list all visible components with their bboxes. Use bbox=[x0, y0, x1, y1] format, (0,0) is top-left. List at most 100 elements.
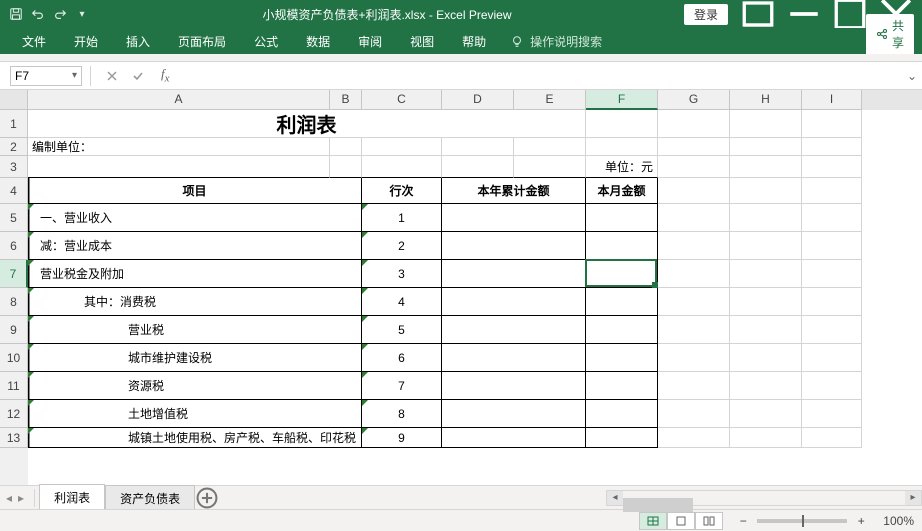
insert-function-button[interactable]: fx bbox=[155, 66, 175, 85]
cancel-formula-button[interactable] bbox=[101, 66, 123, 86]
cell-month[interactable] bbox=[586, 316, 658, 344]
cell[interactable] bbox=[730, 372, 802, 400]
cell[interactable] bbox=[802, 428, 862, 448]
sheet-tab-balance[interactable]: 资产负债表 bbox=[105, 485, 195, 511]
cell[interactable] bbox=[802, 204, 862, 232]
zoom-in-button[interactable]: + bbox=[853, 513, 869, 529]
cell[interactable] bbox=[730, 316, 802, 344]
cell-project[interactable]: 土地增值税 bbox=[28, 400, 362, 428]
tab-home[interactable]: 开始 bbox=[60, 29, 112, 54]
cell[interactable] bbox=[658, 204, 730, 232]
cell-line-no[interactable]: 6 bbox=[362, 344, 442, 372]
tell-me-search[interactable]: 操作说明搜索 bbox=[500, 29, 612, 54]
cell-unit-label[interactable]: 单位：元 bbox=[586, 156, 658, 178]
ribbon-options-button[interactable] bbox=[736, 0, 780, 28]
cell-hdr-line[interactable]: 行次 bbox=[362, 178, 442, 204]
cell[interactable] bbox=[730, 344, 802, 372]
cell[interactable] bbox=[730, 232, 802, 260]
cell-ytd[interactable] bbox=[442, 232, 586, 260]
cell[interactable] bbox=[330, 156, 362, 178]
cell-hdr-ytd[interactable]: 本年累计金额 bbox=[442, 178, 586, 204]
cell-month[interactable] bbox=[586, 428, 658, 448]
cell[interactable] bbox=[730, 178, 802, 204]
cell[interactable] bbox=[658, 156, 730, 178]
expand-formula-bar-button[interactable]: ⌄ bbox=[902, 69, 922, 83]
cell[interactable] bbox=[802, 232, 862, 260]
cell[interactable] bbox=[28, 156, 330, 178]
spreadsheet-grid[interactable]: ABCDEFGHI 12345678910111213 利润表编制单位：单位：元… bbox=[0, 90, 922, 485]
row-header-13[interactable]: 13 bbox=[0, 428, 28, 448]
save-icon[interactable] bbox=[8, 6, 24, 22]
tab-formulas[interactable]: 公式 bbox=[240, 29, 292, 54]
cell-line-no[interactable]: 5 bbox=[362, 316, 442, 344]
cell-ytd[interactable] bbox=[442, 316, 586, 344]
col-header-E[interactable]: E bbox=[514, 90, 586, 110]
login-button[interactable]: 登录 bbox=[684, 4, 728, 25]
cell[interactable] bbox=[442, 138, 514, 156]
cell-project[interactable]: 城镇土地使用税、房产税、车船税、印花税 bbox=[28, 428, 362, 448]
cell[interactable] bbox=[658, 288, 730, 316]
cell-line-no[interactable]: 3 bbox=[362, 260, 442, 288]
hscroll-left-button[interactable]: ◂ bbox=[607, 491, 623, 505]
cell[interactable] bbox=[658, 138, 730, 156]
sheet-nav-prev[interactable]: ◂ bbox=[6, 491, 12, 505]
zoom-slider[interactable] bbox=[757, 519, 847, 523]
row-header-8[interactable]: 8 bbox=[0, 288, 28, 316]
formula-input[interactable] bbox=[175, 66, 902, 86]
undo-icon[interactable] bbox=[30, 6, 46, 22]
cell-project[interactable]: 资源税 bbox=[28, 372, 362, 400]
cell[interactable] bbox=[586, 110, 658, 138]
col-header-I[interactable]: I bbox=[802, 90, 862, 110]
row-header-9[interactable]: 9 bbox=[0, 316, 28, 344]
cell-month[interactable] bbox=[586, 344, 658, 372]
cell[interactable] bbox=[442, 156, 514, 178]
cell-hdr-month[interactable]: 本月金额 bbox=[586, 178, 658, 204]
cell-ytd[interactable] bbox=[442, 400, 586, 428]
cell[interactable] bbox=[802, 288, 862, 316]
qat-customize-icon[interactable]: ▾ bbox=[74, 6, 90, 22]
cell[interactable] bbox=[658, 260, 730, 288]
cell[interactable] bbox=[802, 344, 862, 372]
cell-project[interactable]: 营业税金及附加 bbox=[28, 260, 362, 288]
cell-org-label[interactable]: 编制单位： bbox=[28, 138, 330, 156]
cell[interactable] bbox=[730, 288, 802, 316]
col-header-C[interactable]: C bbox=[362, 90, 442, 110]
cell[interactable] bbox=[362, 138, 442, 156]
name-box[interactable]: F7 ▾ bbox=[10, 66, 82, 86]
row-header-12[interactable]: 12 bbox=[0, 400, 28, 428]
cell[interactable] bbox=[802, 400, 862, 428]
hscroll-thumb[interactable] bbox=[623, 498, 693, 512]
cell-line-no[interactable]: 8 bbox=[362, 400, 442, 428]
cell-project[interactable]: 城市维护建设税 bbox=[28, 344, 362, 372]
cell[interactable] bbox=[586, 138, 658, 156]
cell[interactable] bbox=[802, 316, 862, 344]
select-all-corner[interactable] bbox=[0, 90, 28, 110]
cell-title[interactable]: 利润表 bbox=[28, 110, 586, 138]
cell[interactable] bbox=[802, 372, 862, 400]
cell-ytd[interactable] bbox=[442, 428, 586, 448]
cell-project[interactable]: 其中：消费税 bbox=[28, 288, 362, 316]
accept-formula-button[interactable] bbox=[127, 66, 149, 86]
cell[interactable] bbox=[658, 110, 730, 138]
share-button[interactable]: 共享 bbox=[866, 14, 914, 54]
cell-ytd[interactable] bbox=[442, 372, 586, 400]
tab-layout[interactable]: 页面布局 bbox=[164, 29, 240, 54]
cell-line-no[interactable]: 7 bbox=[362, 372, 442, 400]
tab-view[interactable]: 视图 bbox=[396, 29, 448, 54]
tab-help[interactable]: 帮助 bbox=[448, 29, 500, 54]
cell[interactable] bbox=[658, 344, 730, 372]
col-header-F[interactable]: F bbox=[586, 90, 658, 110]
cell-line-no[interactable]: 4 bbox=[362, 288, 442, 316]
cell[interactable] bbox=[802, 260, 862, 288]
cell-month[interactable] bbox=[586, 288, 658, 316]
row-header-1[interactable]: 1 bbox=[0, 110, 28, 138]
tab-data[interactable]: 数据 bbox=[292, 29, 344, 54]
cell[interactable] bbox=[658, 372, 730, 400]
cell[interactable] bbox=[802, 156, 862, 178]
cell[interactable] bbox=[730, 138, 802, 156]
cell-project[interactable]: 营业税 bbox=[28, 316, 362, 344]
cell[interactable] bbox=[330, 138, 362, 156]
row-header-6[interactable]: 6 bbox=[0, 232, 28, 260]
new-sheet-button[interactable] bbox=[195, 488, 219, 508]
row-header-7[interactable]: 7 bbox=[0, 260, 28, 288]
